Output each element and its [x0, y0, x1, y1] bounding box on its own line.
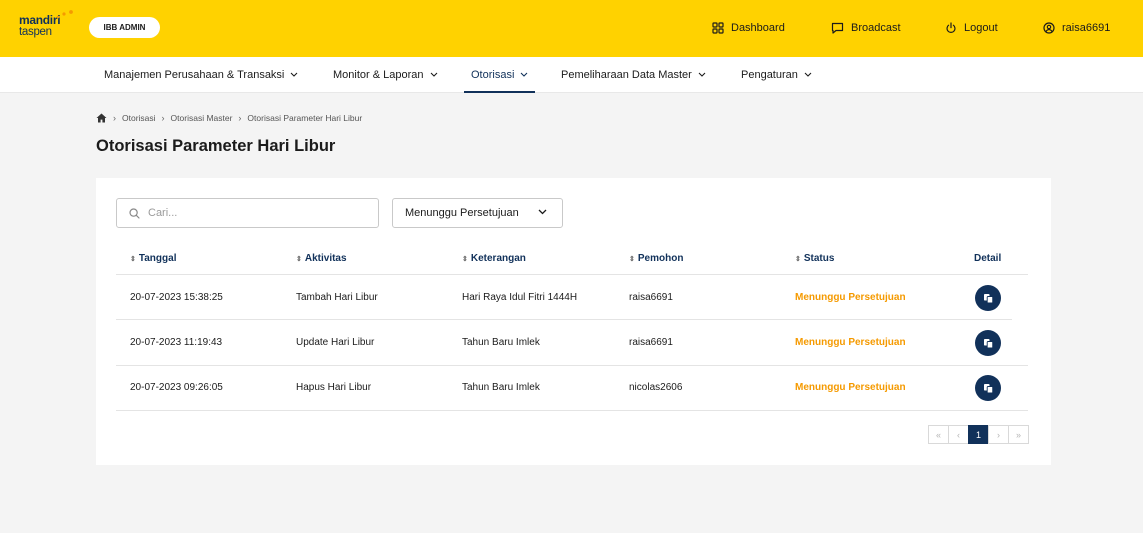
- page-1-button[interactable]: 1: [968, 425, 989, 444]
- cell-status: Menunggu Persetujuan: [795, 382, 906, 393]
- copy-icon: [983, 338, 993, 348]
- nav-item-otorisasi[interactable]: Otorisasi: [463, 57, 536, 93]
- content-card: Menunggu Persetujuan ⇕Tanggal ⇕Aktivitas…: [96, 178, 1051, 465]
- cell-status: Menunggu Persetujuan: [795, 337, 906, 348]
- sort-icon: ⇕: [462, 255, 468, 263]
- user-icon: [1043, 22, 1055, 34]
- breadcrumb-otorisasi-master[interactable]: Otorisasi Master: [171, 113, 233, 123]
- cell-keterangan: Tahun Baru Imlek: [462, 337, 540, 348]
- row-divider: [116, 319, 1012, 320]
- chevron-right-icon: ›: [161, 113, 165, 123]
- username-label: raisa6691: [1062, 22, 1111, 34]
- cell-aktivitas: Tambah Hari Libur: [296, 292, 378, 303]
- first-page-button[interactable]: «: [928, 425, 949, 444]
- nav-item-label: Pemeliharaan Data Master: [561, 68, 692, 81]
- cell-keterangan: Hari Raya Idul Fitri 1444H: [462, 292, 578, 303]
- nav-item-pemeliharaan[interactable]: Pemeliharaan Data Master: [561, 57, 706, 92]
- chevron-down-icon: [538, 209, 547, 215]
- sort-icon: ⇕: [130, 255, 136, 263]
- main-nav: Manajemen Perusahaan & Transaksi Monitor…: [0, 57, 1143, 93]
- prev-page-button[interactable]: ‹: [948, 425, 969, 444]
- cell-aktivitas: Hapus Hari Libur: [296, 382, 372, 393]
- home-icon[interactable]: [96, 113, 107, 123]
- cell-pemohon: raisa6691: [629, 337, 673, 348]
- chevron-right-icon: ›: [238, 113, 242, 123]
- column-header-keterangan[interactable]: ⇕ Keterangan: [462, 253, 526, 264]
- sort-icon: ⇕: [795, 255, 801, 263]
- column-header-status[interactable]: ⇕ Status: [795, 253, 834, 264]
- chevron-down-icon: [804, 72, 812, 77]
- search-input[interactable]: [148, 207, 348, 219]
- column-header-label: Tanggal: [138, 253, 177, 264]
- top-header: mandiri taspen IBB ADMIN Dashboard Broad…: [0, 0, 1143, 57]
- logout-label: Logout: [964, 22, 998, 34]
- column-header-aktivitas[interactable]: ⇕ Aktivitas: [296, 253, 347, 264]
- next-page-button[interactable]: ›: [988, 425, 1009, 444]
- breadcrumb-otorisasi[interactable]: Otorisasi: [122, 113, 156, 123]
- sort-icon: ⇕: [296, 255, 302, 263]
- column-header-pemohon[interactable]: ⇕ Pemohon: [629, 253, 683, 264]
- column-header-detail: Detail: [974, 253, 1001, 264]
- header-divider: [116, 274, 1028, 275]
- user-menu[interactable]: raisa6691: [1043, 20, 1110, 36]
- nav-item-label: Otorisasi: [471, 68, 515, 81]
- nav-item-label: Monitor & Laporan: [333, 68, 424, 81]
- column-header-tanggal[interactable]: ⇕ Tanggal: [130, 253, 176, 264]
- breadcrumb: › Otorisasi › Otorisasi Master › Otorisa…: [96, 112, 362, 124]
- nav-item-label: Manajemen Perusahaan & Transaksi: [104, 68, 285, 81]
- detail-button[interactable]: [975, 285, 1001, 311]
- last-page-button[interactable]: »: [1008, 425, 1029, 444]
- chevron-down-icon: [698, 72, 706, 77]
- dashboard-label: Dashboard: [731, 22, 785, 34]
- broadcast-link[interactable]: Broadcast: [831, 20, 901, 36]
- pagination: « ‹ 1 › »: [928, 425, 1029, 444]
- chevron-down-icon: [521, 72, 528, 77]
- nav-item-manajemen[interactable]: Manajemen Perusahaan & Transaksi: [104, 57, 298, 92]
- detail-button[interactable]: [975, 330, 1001, 356]
- cell-pemohon: nicolas2606: [629, 382, 683, 393]
- message-icon: [831, 22, 844, 34]
- nav-item-label: Pengaturan: [741, 68, 798, 81]
- brand-line-2: taspen: [19, 26, 52, 38]
- column-header-label: Pemohon: [637, 253, 684, 264]
- status-filter-value: Menunggu Persetujuan: [405, 207, 519, 219]
- role-badge: IBB ADMIN: [89, 17, 160, 38]
- sort-icon: ⇕: [629, 255, 635, 263]
- cell-tanggal: 20-07-2023 15:38:25: [130, 292, 223, 303]
- breadcrumb-current: Otorisasi Parameter Hari Libur: [247, 113, 363, 123]
- cell-aktivitas: Update Hari Libur: [296, 337, 375, 348]
- status-filter-select[interactable]: Menunggu Persetujuan: [392, 198, 563, 228]
- page-title: Otorisasi Parameter Hari Libur: [96, 137, 336, 155]
- logo-dots-icon: [56, 10, 73, 19]
- cell-status: Menunggu Persetujuan: [795, 292, 906, 303]
- logout-link[interactable]: Logout: [945, 20, 998, 36]
- power-icon: [946, 22, 956, 33]
- nav-item-pengaturan[interactable]: Pengaturan: [741, 57, 812, 92]
- chevron-down-icon: [291, 72, 298, 77]
- row-divider: [116, 410, 1028, 411]
- copy-icon: [983, 383, 993, 393]
- row-divider: [116, 365, 1028, 366]
- cell-keterangan: Tahun Baru Imlek: [462, 382, 540, 393]
- chevron-down-icon: [430, 72, 437, 77]
- copy-icon: [983, 293, 993, 303]
- cell-pemohon: raisa6691: [629, 292, 673, 303]
- search-icon: [129, 207, 140, 219]
- grid-icon: [712, 22, 724, 34]
- cell-tanggal: 20-07-2023 09:26:05: [130, 382, 223, 393]
- column-header-label: Status: [803, 253, 835, 264]
- dashboard-link[interactable]: Dashboard: [712, 20, 785, 36]
- detail-button[interactable]: [975, 375, 1001, 401]
- column-header-label: Detail: [974, 253, 1002, 264]
- column-header-label: Keterangan: [470, 253, 526, 264]
- column-header-label: Aktivitas: [304, 253, 347, 264]
- nav-item-monitor[interactable]: Monitor & Laporan: [333, 57, 438, 92]
- search-box[interactable]: [116, 198, 379, 228]
- cell-tanggal: 20-07-2023 11:19:43: [130, 337, 223, 348]
- chevron-right-icon: ›: [113, 113, 116, 123]
- broadcast-label: Broadcast: [851, 22, 901, 34]
